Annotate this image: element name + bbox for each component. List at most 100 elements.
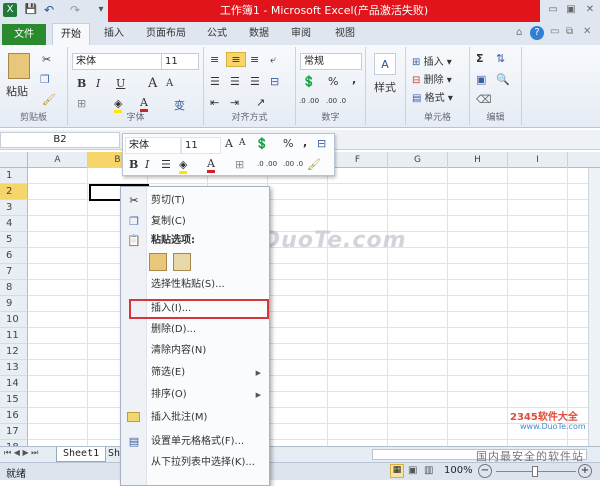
mini-merge-icon[interactable]: ⊟ [317,137,326,150]
wrap-text-icon[interactable]: ⤶ [270,53,276,67]
mini-font-color-icon[interactable]: A [207,157,215,173]
page-break-view-button[interactable]: ▥ [424,465,433,476]
increase-indent-icon[interactable]: ⇥ [230,96,239,109]
row-header-10[interactable]: 10 [0,312,28,328]
mini-center-icon[interactable]: ☰ [161,158,171,171]
clear-icon[interactable]: ⌫ [476,93,492,106]
mini-percent-button[interactable]: % [283,137,293,150]
row-header-9[interactable]: 9 [0,296,28,312]
mini-comma-button[interactable]: , [303,136,307,149]
normal-view-button[interactable]: ▦ [390,464,404,478]
column-header-f[interactable]: F [328,152,388,168]
tab-file[interactable]: 文件 [2,24,46,45]
fill-icon[interactable]: ▣ [476,73,486,86]
merge-center-icon[interactable]: ⊟ [270,75,279,88]
column-header-i[interactable]: I [508,152,568,168]
menu-item-clear-contents[interactable]: 清除内容(N) [151,342,206,360]
row-header-5[interactable]: 5 [0,232,28,248]
save-icon[interactable]: 💾 [24,3,38,17]
percent-button[interactable]: % [328,75,338,88]
format-painter-icon[interactable]: 🖌 [42,93,56,106]
italic-button[interactable]: I [96,77,100,90]
wb-close-icon[interactable]: ✕ [583,26,591,37]
row-header-4[interactable]: 4 [0,216,28,232]
align-left-icon[interactable]: ☰ [210,75,220,88]
menu-item-copy[interactable]: 复制(C) [151,213,186,231]
zoom-slider-thumb[interactable] [532,466,538,477]
paste-button[interactable]: 粘贴 [6,83,28,99]
ribbon-minimize-icon[interactable]: ⌂ [516,27,522,38]
mini-bold-button[interactable]: B [129,158,138,171]
decrease-decimal-button[interactable]: .00 .0 [326,97,346,105]
row-header-3[interactable]: 3 [0,200,28,216]
menu-item-delete[interactable]: 删除(D)... [151,321,196,339]
page-layout-view-button[interactable]: ▣ [408,465,417,476]
copy-icon[interactable]: ❐ [40,73,50,86]
underline-button[interactable]: U [116,77,125,90]
undo-icon[interactable]: ↶ [42,3,56,17]
increase-decimal-button[interactable]: .0 .00 [299,97,319,105]
minimize-button[interactable]: ▭ [545,4,561,18]
menu-item-pick-from-list[interactable]: 从下拉列表中选择(K)... [151,454,255,472]
row-header-16[interactable]: 16 [0,408,28,424]
row-header-13[interactable]: 13 [0,360,28,376]
cut-icon[interactable]: ✂ [42,53,51,66]
sort-filter-icon[interactable]: ⇅ [496,52,505,65]
menu-item-sort[interactable]: 排序(O) [151,386,187,404]
mini-font-select[interactable]: 宋体 [125,137,181,154]
vertical-scrollbar[interactable] [588,168,600,446]
name-box[interactable]: B2 [0,132,120,148]
tab-review[interactable]: 审阅 [283,22,319,45]
row-header-1[interactable]: 1 [0,168,28,184]
redo-icon[interactable]: ↷ [68,3,82,17]
mini-decrease-decimal-icon[interactable]: .00 .0 [283,160,303,168]
align-center-icon[interactable]: ☰ [230,75,240,88]
align-right-icon[interactable]: ☰ [250,75,260,88]
sheet-tab-sheet1[interactable]: Sheet1 [56,447,107,462]
mini-italic-button[interactable]: I [145,158,149,171]
bold-button[interactable]: B [77,77,86,90]
row-header-15[interactable]: 15 [0,392,28,408]
paste-icon[interactable] [8,53,30,79]
menu-item-insert-comment[interactable]: 插入批注(M) [151,409,207,427]
zoom-out-button[interactable]: − [478,464,492,478]
help-icon[interactable]: ? [530,26,544,40]
mini-fill-color-icon[interactable]: ◈ [179,158,188,174]
column-header-h[interactable]: H [448,152,508,168]
row-header-8[interactable]: 8 [0,280,28,296]
row-header-7[interactable]: 7 [0,264,28,280]
tab-formulas[interactable]: 公式 [199,22,235,45]
wb-restore-icon[interactable]: ⧉ [566,26,573,37]
tab-data[interactable]: 数据 [241,22,277,45]
tab-page-layout[interactable]: 页面布局 [138,22,194,45]
row-header-12[interactable]: 12 [0,344,28,360]
menu-item-format-cells[interactable]: 设置单元格格式(F)... [151,433,244,451]
paste-option-keep-formatting-icon[interactable] [149,253,167,271]
align-bottom-icon[interactable]: ≡ [250,53,259,66]
tab-insert[interactable]: 插入 [96,22,132,45]
borders-icon[interactable]: ⊞ [77,97,86,110]
mini-borders-icon[interactable]: ⊞ [235,158,244,171]
tab-view[interactable]: 视图 [327,22,363,45]
select-all-button[interactable] [0,152,28,168]
row-header-2[interactable]: 2 [0,184,28,200]
autosum-button[interactable]: Σ [476,52,484,65]
align-top-icon[interactable]: ≡ [210,53,219,66]
row-header-11[interactable]: 11 [0,328,28,344]
column-header-g[interactable]: G [388,152,448,168]
find-select-icon[interactable]: 🔍 [496,73,510,86]
maximize-button[interactable]: ▣ [563,4,579,18]
comma-button[interactable]: , [352,73,356,86]
menu-item-cut[interactable]: 剪切(T) [151,192,185,210]
decrease-indent-icon[interactable]: ⇤ [210,96,219,109]
zoom-level[interactable]: 100% [444,465,473,476]
shrink-font-button[interactable]: A [166,78,173,89]
currency-icon[interactable]: 💲 [302,75,316,88]
column-header-a[interactable]: A [28,152,88,168]
row-header-17[interactable]: 17 [0,424,28,440]
styles-icon[interactable]: A [374,53,396,75]
menu-item-filter[interactable]: 筛选(E) [151,364,185,382]
menu-item-insert[interactable]: 插入(I)... [151,300,191,318]
paste-option-values-icon[interactable] [173,253,191,271]
format-cells-button[interactable]: ▤ 格式 ▾ [412,89,453,104]
